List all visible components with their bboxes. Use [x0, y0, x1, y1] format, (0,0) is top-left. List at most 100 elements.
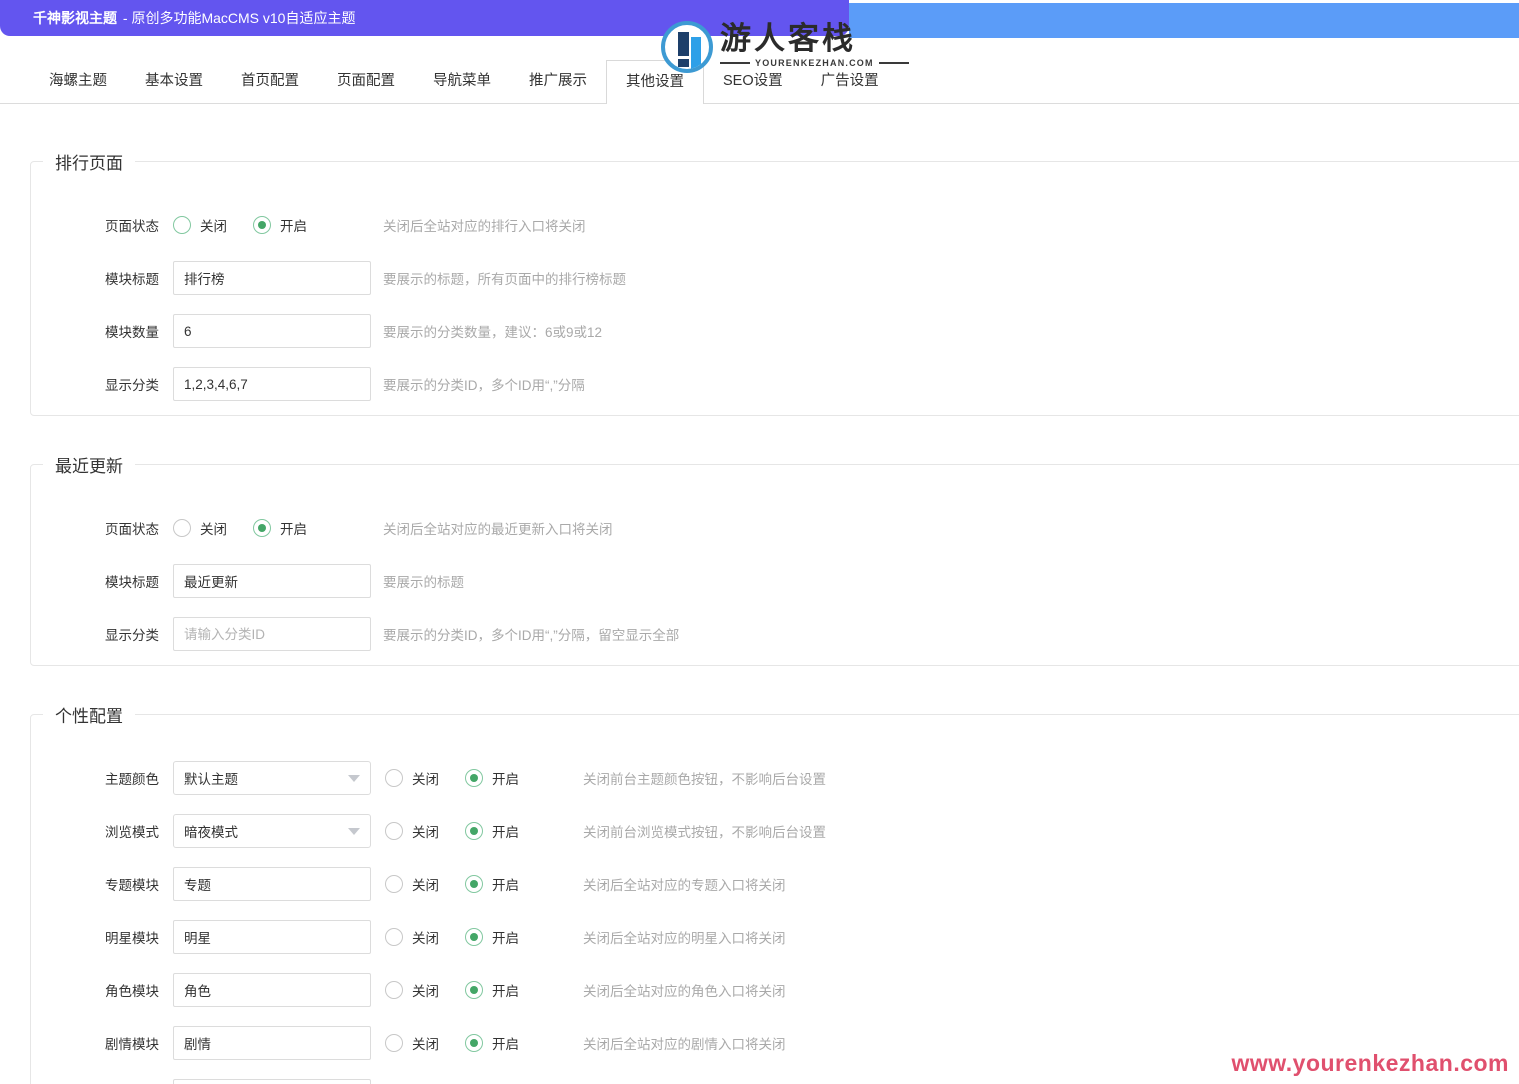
display-categories-input[interactable]: [173, 367, 371, 401]
radio-circle-icon[interactable]: [385, 928, 403, 946]
radio-circle-checked-icon[interactable]: [253, 519, 271, 537]
page-status-radio-group: 关闭 开启: [173, 518, 307, 538]
field-hint: 要展示的分类ID，多个ID用“,”分隔: [383, 378, 585, 393]
field-label: 显示分类: [105, 628, 159, 643]
tab-page-config[interactable]: 页面配置: [318, 60, 414, 103]
topic-module-input[interactable]: [173, 867, 371, 901]
select-value: 默认主题: [184, 772, 238, 787]
message-module-input[interactable]: [173, 1079, 371, 1084]
radio-circle-checked-icon[interactable]: [253, 216, 271, 234]
field-hint: 要展示的分类数量，建议：6或9或12: [383, 325, 603, 340]
logo-bar-dark: [678, 32, 689, 56]
radio-circle-icon[interactable]: [385, 1034, 403, 1052]
logo-dash-left: [720, 62, 750, 64]
logo-text: 游人客栈 YOURENKEZHAN.COM: [720, 21, 909, 68]
section-title: 最近更新: [55, 457, 123, 476]
radio-circle-icon[interactable]: [173, 519, 191, 537]
star-module-input[interactable]: [173, 920, 371, 954]
radio-circle-checked-icon[interactable]: [465, 875, 483, 893]
field-label: 剧情模块: [105, 1037, 159, 1052]
field-hint: 要展示的标题，所有页面中的排行榜标题: [383, 272, 626, 287]
theme-name: 千神影视主题: [33, 10, 117, 26]
radio-circle-icon[interactable]: [385, 822, 403, 840]
radio-on[interactable]: 开启: [253, 518, 307, 538]
radio-circle-checked-icon[interactable]: [465, 822, 483, 840]
radio-circle-icon[interactable]: [173, 216, 191, 234]
field-label: 模块数量: [105, 325, 159, 340]
section-title: 个性配置: [55, 707, 123, 726]
section-personalization: 个性配置 主题颜色 默认主题 关闭 开启 关闭前台主题颜色按钮，不影响后台设置 …: [30, 702, 1519, 1084]
radio-on[interactable]: 开启: [465, 874, 519, 894]
field-label: 页面状态: [105, 522, 159, 537]
toggle-radio-group: 关闭 开启: [385, 1033, 571, 1053]
radio-off[interactable]: 关闭: [385, 927, 439, 947]
radio-on[interactable]: 开启: [465, 927, 519, 947]
radio-on[interactable]: 开启: [465, 821, 519, 841]
radio-on[interactable]: 开启: [465, 980, 519, 1000]
site-logo: 游人客栈 YOURENKEZHAN.COM: [661, 21, 909, 73]
logo-bar-blue: [691, 37, 701, 69]
radio-on[interactable]: 开启: [465, 1033, 519, 1053]
field-label: 专题模块: [105, 878, 159, 893]
tab-promo-display[interactable]: 推广展示: [510, 60, 606, 103]
logo-icon: [661, 21, 713, 73]
plot-module-input[interactable]: [173, 1026, 371, 1060]
tab-hailuo-theme[interactable]: 海螺主题: [30, 60, 126, 103]
form-row-module-title: 模块标题 要展示的标题，所有页面中的排行榜标题: [31, 261, 1519, 295]
chevron-down-icon: [348, 774, 360, 782]
field-label: 模块标题: [105, 272, 159, 287]
field-hint: 关闭后全站对应的最近更新入口将关闭: [383, 522, 613, 537]
display-categories-input[interactable]: [173, 617, 371, 651]
logo-dash-right: [878, 62, 909, 64]
field-hint: 关闭前台主题颜色按钮，不影响后台设置: [583, 772, 826, 787]
field-hint: 关闭后全站对应的角色入口将关闭: [583, 984, 786, 999]
radio-off[interactable]: 关闭: [173, 518, 227, 538]
radio-off[interactable]: 关闭: [173, 215, 227, 235]
role-module-input[interactable]: [173, 973, 371, 1007]
tab-nav-menu[interactable]: 导航菜单: [414, 60, 510, 103]
form-row-display-categories: 显示分类 要展示的分类ID，多个ID用“,”分隔，留空显示全部: [31, 617, 1519, 651]
chevron-down-icon: [348, 827, 360, 835]
theme-color-select[interactable]: 默认主题: [173, 761, 371, 795]
radio-circle-icon[interactable]: [385, 981, 403, 999]
tab-basic-settings[interactable]: 基本设置: [126, 60, 222, 103]
radio-off[interactable]: 关闭: [385, 980, 439, 1000]
radio-circle-checked-icon[interactable]: [465, 981, 483, 999]
radio-circle-icon[interactable]: [385, 875, 403, 893]
form-row-page-status: 页面状态 关闭 开启 关闭后全站对应的最近更新入口将关闭: [31, 511, 1519, 545]
form-row-role-module: 角色模块 关闭 开启 关闭后全站对应的角色入口将关闭: [31, 973, 1519, 1007]
toggle-radio-group: 关闭 开启: [385, 927, 571, 947]
section-recent-updates: 最近更新 页面状态 关闭 开启 关闭后全站对应的最近更新入口将关闭 模块标题 最…: [30, 452, 1519, 666]
module-count-input[interactable]: [173, 314, 371, 348]
radio-circle-icon[interactable]: [385, 769, 403, 787]
toggle-radio-group: 关闭 开启: [385, 821, 571, 841]
radio-off[interactable]: 关闭: [385, 768, 439, 788]
logo-name: 游人客栈: [720, 21, 856, 56]
field-hint: 要展示的分类ID，多个ID用“,”分隔，留空显示全部: [383, 628, 680, 643]
field-label: 主题颜色: [105, 772, 159, 787]
settings-content: 排行页面 页面状态 关闭 开启 关闭后全站对应的排行入口将关闭 模块标题 排行榜…: [0, 149, 1519, 1084]
tab-home-config[interactable]: 首页配置: [222, 60, 318, 103]
site-watermark: www.yourenkezhan.com: [1231, 1050, 1509, 1076]
radio-on[interactable]: 开启: [465, 768, 519, 788]
logo-bar-dark-dot: [678, 59, 689, 67]
field-label: 浏览模式: [105, 825, 159, 840]
radio-circle-checked-icon[interactable]: [465, 928, 483, 946]
theme-subtitle: - 原创多功能MacCMS v10自适应主题: [119, 10, 356, 26]
field-label: 角色模块: [105, 984, 159, 999]
radio-off[interactable]: 关闭: [385, 821, 439, 841]
form-row-display-categories: 显示分类 要展示的分类ID，多个ID用“,”分隔: [31, 367, 1519, 401]
browse-mode-select[interactable]: 暗夜模式: [173, 814, 371, 848]
form-row-module-title: 模块标题 要展示的标题: [31, 564, 1519, 598]
radio-circle-checked-icon[interactable]: [465, 769, 483, 787]
module-title-input[interactable]: [173, 261, 371, 295]
module-title-input[interactable]: [173, 564, 371, 598]
radio-on[interactable]: 开启: [253, 215, 307, 235]
field-label: 页面状态: [105, 219, 159, 234]
radio-off[interactable]: 关闭: [385, 874, 439, 894]
form-row-star-module: 明星模块 关闭 开启 关闭后全站对应的明星入口将关闭: [31, 920, 1519, 954]
page-status-radio-group: 关闭 开启: [173, 215, 307, 235]
field-hint: 关闭后全站对应的专题入口将关闭: [583, 878, 786, 893]
radio-off[interactable]: 关闭: [385, 1033, 439, 1053]
radio-circle-checked-icon[interactable]: [465, 1034, 483, 1052]
